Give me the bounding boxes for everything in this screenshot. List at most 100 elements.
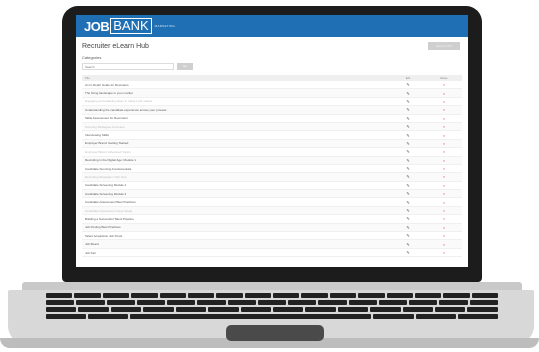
- laptop-keyboard: [46, 293, 499, 323]
- cross-icon[interactable]: ×: [426, 91, 462, 96]
- cross-icon[interactable]: ×: [426, 183, 462, 188]
- search-button[interactable]: Go: [177, 63, 193, 70]
- cross-icon[interactable]: ×: [426, 124, 462, 129]
- cross-icon[interactable]: ×: [426, 200, 462, 205]
- table-row: Candidate Assessment Best Practices ✎ ×: [82, 198, 462, 207]
- row-title[interactable]: Job Board: [82, 242, 390, 246]
- table-row: Recruiting in the Digital Age: Module 1 ✎…: [82, 156, 462, 165]
- cross-icon[interactable]: ×: [426, 225, 462, 230]
- cross-icon[interactable]: ×: [426, 82, 462, 87]
- row-title[interactable]: Employer Brand: Getting Started: [82, 141, 390, 145]
- cross-icon[interactable]: ×: [426, 107, 462, 112]
- pencil-icon[interactable]: ✎: [390, 200, 426, 205]
- table-row: Job Posting Best Practices ✎ ×: [82, 223, 462, 233]
- laptop-trackpad: [226, 325, 324, 341]
- keyboard-row: [46, 307, 498, 312]
- row-title[interactable]: Engaging and retaining talent in today's…: [82, 99, 390, 103]
- course-table: Title Edit Delete An In-Depth Guide for …: [82, 75, 462, 258]
- pencil-icon[interactable]: ✎: [390, 183, 426, 188]
- pencil-icon[interactable]: ✎: [390, 208, 426, 213]
- export-button[interactable]: Export CSV: [428, 42, 460, 50]
- table-row: Understanding the candidate experience a…: [82, 106, 462, 115]
- row-title[interactable]: Candidate Assessment Best Practices: [82, 200, 390, 204]
- pencil-icon[interactable]: ✎: [390, 133, 426, 138]
- table-row: An In-Depth Guide for Recruiters ✎ ×: [82, 81, 462, 90]
- row-title[interactable]: Candidate Screening Module 2: [82, 192, 390, 196]
- search-input[interactable]: [82, 63, 174, 70]
- row-title[interactable]: Job Fair: [82, 251, 390, 255]
- pencil-icon[interactable]: ✎: [390, 250, 426, 255]
- table-row: Candidate Assessment Case Study ✎ ×: [82, 206, 462, 216]
- table-row: Employer Brand: Advanced Topics ✎ ×: [82, 148, 462, 157]
- cross-icon[interactable]: ×: [426, 191, 462, 196]
- cross-icon[interactable]: ×: [426, 242, 462, 247]
- top-bar: JOB BANK MARKETING: [76, 15, 468, 37]
- cross-icon[interactable]: ×: [426, 141, 462, 146]
- row-title[interactable]: Employer Brand: Advanced Topics: [82, 150, 390, 154]
- pencil-icon[interactable]: ✎: [390, 124, 426, 129]
- table-row: Employer Brand: Getting Started ✎ ×: [82, 139, 462, 149]
- pencil-icon[interactable]: ✎: [390, 174, 426, 179]
- pencil-icon[interactable]: ✎: [390, 149, 426, 154]
- header-edit: Edit: [405, 76, 411, 80]
- table-row: Candidate Screening Module 2 ✎ ×: [82, 190, 462, 199]
- table-row: Job Board ✎ ×: [82, 240, 462, 249]
- cross-icon[interactable]: ×: [426, 158, 462, 163]
- row-title[interactable]: Interviewing Skills: [82, 133, 390, 137]
- keyboard-row: [46, 300, 498, 305]
- pencil-icon[interactable]: ✎: [390, 99, 426, 104]
- pencil-icon[interactable]: ✎: [390, 107, 426, 112]
- table-row: The hiring landscape in your market ✎ ×: [82, 89, 462, 98]
- logo-tagline: MARKETING: [154, 24, 176, 28]
- laptop-screen: JOB BANK MARKETING Recruiter eLearn Hub …: [76, 15, 468, 267]
- row-title[interactable]: Talent Acquisition Job Posts: [82, 234, 390, 238]
- keyboard-row: [46, 314, 499, 319]
- pencil-icon[interactable]: ✎: [390, 242, 426, 247]
- logo-primary[interactable]: JOB: [84, 19, 110, 34]
- cross-icon[interactable]: ×: [426, 99, 462, 104]
- table-row: Building a Successful Talent Pipeline ✎ ×: [82, 215, 462, 224]
- table-row: Candidate Screening Module 1 ✎ ×: [82, 182, 462, 191]
- pencil-icon[interactable]: ✎: [390, 216, 426, 221]
- pencil-icon[interactable]: ✎: [390, 158, 426, 163]
- row-title[interactable]: Job Posting Best Practices: [82, 225, 390, 229]
- cross-icon[interactable]: ×: [426, 233, 462, 238]
- table-row: Sourcing Strategies Overview ✎ ×: [82, 122, 462, 132]
- cross-icon[interactable]: ×: [426, 116, 462, 121]
- table-row: Recruiting Strategies: Part One ✎ ×: [82, 173, 462, 182]
- row-title[interactable]: Sourcing Strategies Overview: [82, 125, 390, 129]
- header-title: Title: [85, 76, 90, 80]
- cross-icon[interactable]: ×: [426, 133, 462, 138]
- pencil-icon[interactable]: ✎: [390, 233, 426, 238]
- cross-icon[interactable]: ×: [426, 216, 462, 221]
- pencil-icon[interactable]: ✎: [390, 191, 426, 196]
- cross-icon[interactable]: ×: [426, 166, 462, 171]
- pencil-icon[interactable]: ✎: [390, 91, 426, 96]
- keyboard-row: [46, 293, 498, 298]
- pencil-icon[interactable]: ✎: [390, 116, 426, 121]
- table-row: Candidate Sourcing Fundamentals ✎ ×: [82, 165, 462, 174]
- table-row: Engaging and retaining talent in today's…: [82, 98, 462, 107]
- table-row: Skills Assessment for Recruiters ✎ ×: [82, 115, 462, 123]
- logo-secondary[interactable]: BANK: [110, 18, 152, 34]
- row-title[interactable]: Candidate Screening Module 1: [82, 183, 390, 187]
- pencil-icon[interactable]: ✎: [390, 166, 426, 171]
- header-delete: Delete: [440, 76, 448, 80]
- cross-icon[interactable]: ×: [426, 149, 462, 154]
- row-title[interactable]: Candidate Assessment Case Study: [82, 209, 390, 213]
- cross-icon[interactable]: ×: [426, 250, 462, 255]
- row-title[interactable]: Recruiting in the Digital Age: Module 1: [82, 158, 390, 162]
- row-title[interactable]: Building a Successful Talent Pipeline: [82, 217, 390, 221]
- row-title[interactable]: The hiring landscape in your market: [82, 91, 390, 95]
- row-title[interactable]: Understanding the candidate experience a…: [82, 108, 390, 112]
- row-title[interactable]: Recruiting Strategies: Part One: [82, 175, 390, 179]
- row-title[interactable]: An In-Depth Guide for Recruiters: [82, 83, 390, 87]
- pencil-icon[interactable]: ✎: [390, 141, 426, 146]
- row-title[interactable]: Skills Assessment for Recruiters: [82, 116, 390, 120]
- cross-icon[interactable]: ×: [426, 208, 462, 213]
- category-label: Categories: [82, 55, 102, 60]
- pencil-icon[interactable]: ✎: [390, 82, 426, 87]
- pencil-icon[interactable]: ✎: [390, 225, 426, 230]
- cross-icon[interactable]: ×: [426, 174, 462, 179]
- row-title[interactable]: Candidate Sourcing Fundamentals: [82, 167, 390, 171]
